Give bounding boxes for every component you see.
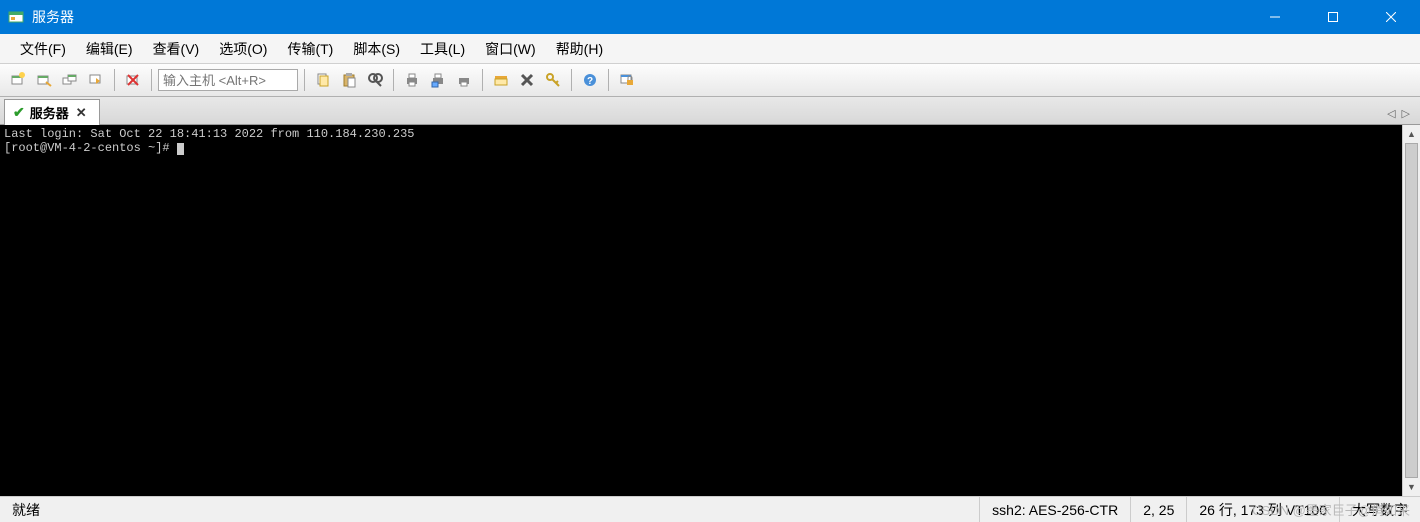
terminal-line: Last login: Sat Oct 22 18:41:13 2022 fro…	[4, 127, 414, 141]
terminal-prompt: [root@VM-4-2-centos ~]#	[4, 141, 177, 155]
host-input[interactable]	[158, 69, 298, 91]
tab-nav: ◁ ▷	[1387, 107, 1416, 124]
app-icon	[8, 9, 24, 25]
session-options-icon[interactable]	[489, 68, 513, 92]
status-cursor: 2, 25	[1131, 497, 1187, 522]
menu-window[interactable]: 窗口(W)	[475, 35, 546, 63]
tab-close-icon[interactable]: ✕	[74, 105, 89, 121]
scroll-thumb[interactable]	[1405, 143, 1418, 478]
separator	[304, 69, 305, 91]
print-screen-icon[interactable]	[426, 68, 450, 92]
minimize-button[interactable]	[1246, 0, 1304, 34]
terminal-area: Last login: Sat Oct 22 18:41:13 2022 fro…	[0, 125, 1420, 496]
disconnect-icon[interactable]	[121, 68, 145, 92]
connected-icon: ✔	[13, 104, 25, 121]
statusbar: 就绪 ssh2: AES-256-CTR 2, 25 26 行, 173 列 V…	[0, 496, 1420, 522]
new-session-icon[interactable]	[6, 68, 30, 92]
global-options-icon[interactable]	[515, 68, 539, 92]
help-icon[interactable]: ?	[578, 68, 602, 92]
status-ready: 就绪	[0, 497, 980, 522]
toolbar: ?	[0, 64, 1420, 97]
menu-transfer[interactable]: 传输(T)	[277, 35, 343, 63]
print-icon[interactable]	[400, 68, 424, 92]
find-icon[interactable]	[363, 68, 387, 92]
menu-options[interactable]: 选项(O)	[209, 35, 277, 63]
close-button[interactable]	[1362, 0, 1420, 34]
status-caps: 大写数字	[1340, 497, 1420, 522]
separator	[151, 69, 152, 91]
separator	[482, 69, 483, 91]
menu-view[interactable]: 查看(V)	[143, 35, 210, 63]
scroll-up-icon[interactable]: ▲	[1403, 125, 1420, 143]
window-title: 服务器	[32, 7, 1246, 27]
window-controls	[1246, 0, 1420, 34]
tab-next-icon[interactable]: ▷	[1402, 107, 1410, 120]
tab-label: 服务器	[30, 103, 69, 122]
menu-script[interactable]: 脚本(S)	[343, 35, 410, 63]
reconnect-icon[interactable]	[58, 68, 82, 92]
key-icon[interactable]	[541, 68, 565, 92]
scroll-track[interactable]	[1403, 143, 1420, 478]
menu-help[interactable]: 帮助(H)	[546, 35, 613, 63]
tab-prev-icon[interactable]: ◁	[1387, 107, 1395, 120]
menu-edit[interactable]: 编辑(E)	[76, 35, 143, 63]
maximize-button[interactable]	[1304, 0, 1362, 34]
menubar: 文件(F) 编辑(E) 查看(V) 选项(O) 传输(T) 脚本(S) 工具(L…	[0, 34, 1420, 64]
terminal[interactable]: Last login: Sat Oct 22 18:41:13 2022 fro…	[0, 125, 1402, 496]
tabbar: ✔ 服务器 ✕ ◁ ▷	[0, 97, 1420, 125]
separator	[608, 69, 609, 91]
scrollbar[interactable]: ▲ ▼	[1402, 125, 1420, 496]
status-protocol: ssh2: AES-256-CTR	[980, 497, 1131, 522]
lock-icon[interactable]	[615, 68, 639, 92]
cursor-icon	[177, 143, 184, 155]
print-selection-icon[interactable]	[452, 68, 476, 92]
copy-icon[interactable]	[311, 68, 335, 92]
scroll-down-icon[interactable]: ▼	[1403, 478, 1420, 496]
svg-text:?: ?	[587, 76, 593, 87]
menu-file[interactable]: 文件(F)	[10, 35, 76, 63]
menu-tools[interactable]: 工具(L)	[410, 35, 475, 63]
separator	[114, 69, 115, 91]
status-size: 26 行, 173 列 VT100	[1187, 497, 1340, 522]
quick-connect-icon[interactable]	[84, 68, 108, 92]
separator	[393, 69, 394, 91]
separator	[571, 69, 572, 91]
session-tab[interactable]: ✔ 服务器 ✕	[4, 99, 100, 125]
titlebar: 服务器	[0, 0, 1420, 34]
connect-icon[interactable]	[32, 68, 56, 92]
paste-icon[interactable]	[337, 68, 361, 92]
